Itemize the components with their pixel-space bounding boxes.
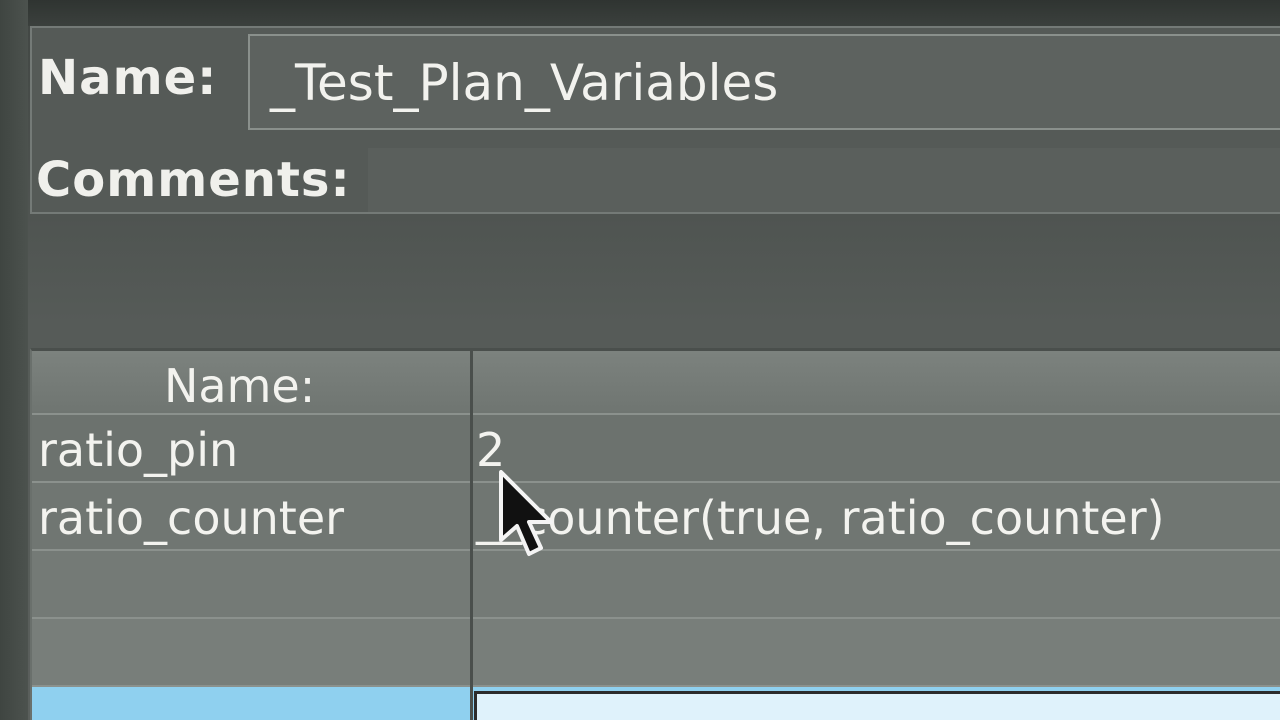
name-label: Name: bbox=[38, 50, 218, 106]
left-screen-edge bbox=[0, 0, 28, 720]
comments-field[interactable] bbox=[368, 148, 1280, 212]
column-divider[interactable] bbox=[470, 351, 473, 720]
name-column-header[interactable]: Name: bbox=[164, 363, 315, 409]
comments-label: Comments: bbox=[36, 152, 351, 208]
variable-name-cell[interactable]: ratio_counter bbox=[38, 495, 344, 541]
variables-table: Name: ratio_pin 2 ratio_counter __counte… bbox=[30, 348, 1280, 720]
variable-value-cell[interactable]: 2 bbox=[476, 427, 505, 473]
name-field-value: _Test_Plan_Variables bbox=[270, 54, 779, 112]
variable-value-cell[interactable]: __counter(true, ratio_counter) bbox=[476, 495, 1165, 541]
variable-name-cell[interactable]: ratio_pin bbox=[38, 427, 238, 473]
element-properties-panel: Name: _Test_Plan_Variables Comments: bbox=[30, 26, 1280, 214]
table-row[interactable] bbox=[32, 551, 1280, 619]
name-field[interactable]: _Test_Plan_Variables bbox=[248, 34, 1280, 130]
selected-table-row[interactable] bbox=[32, 687, 1280, 720]
table-row[interactable] bbox=[32, 619, 1280, 687]
jmeter-user-defined-variables-screen: Name: _Test_Plan_Variables Comments: Nam… bbox=[0, 0, 1280, 720]
selected-value-editor[interactable] bbox=[474, 691, 1280, 720]
table-header-row: Name: bbox=[32, 351, 1280, 415]
mouse-pointer-icon bbox=[499, 470, 553, 556]
top-screen-edge bbox=[0, 0, 1280, 26]
table-row[interactable]: ratio_pin 2 bbox=[32, 415, 1280, 483]
table-row[interactable]: ratio_counter __counter(true, ratio_coun… bbox=[32, 483, 1280, 551]
